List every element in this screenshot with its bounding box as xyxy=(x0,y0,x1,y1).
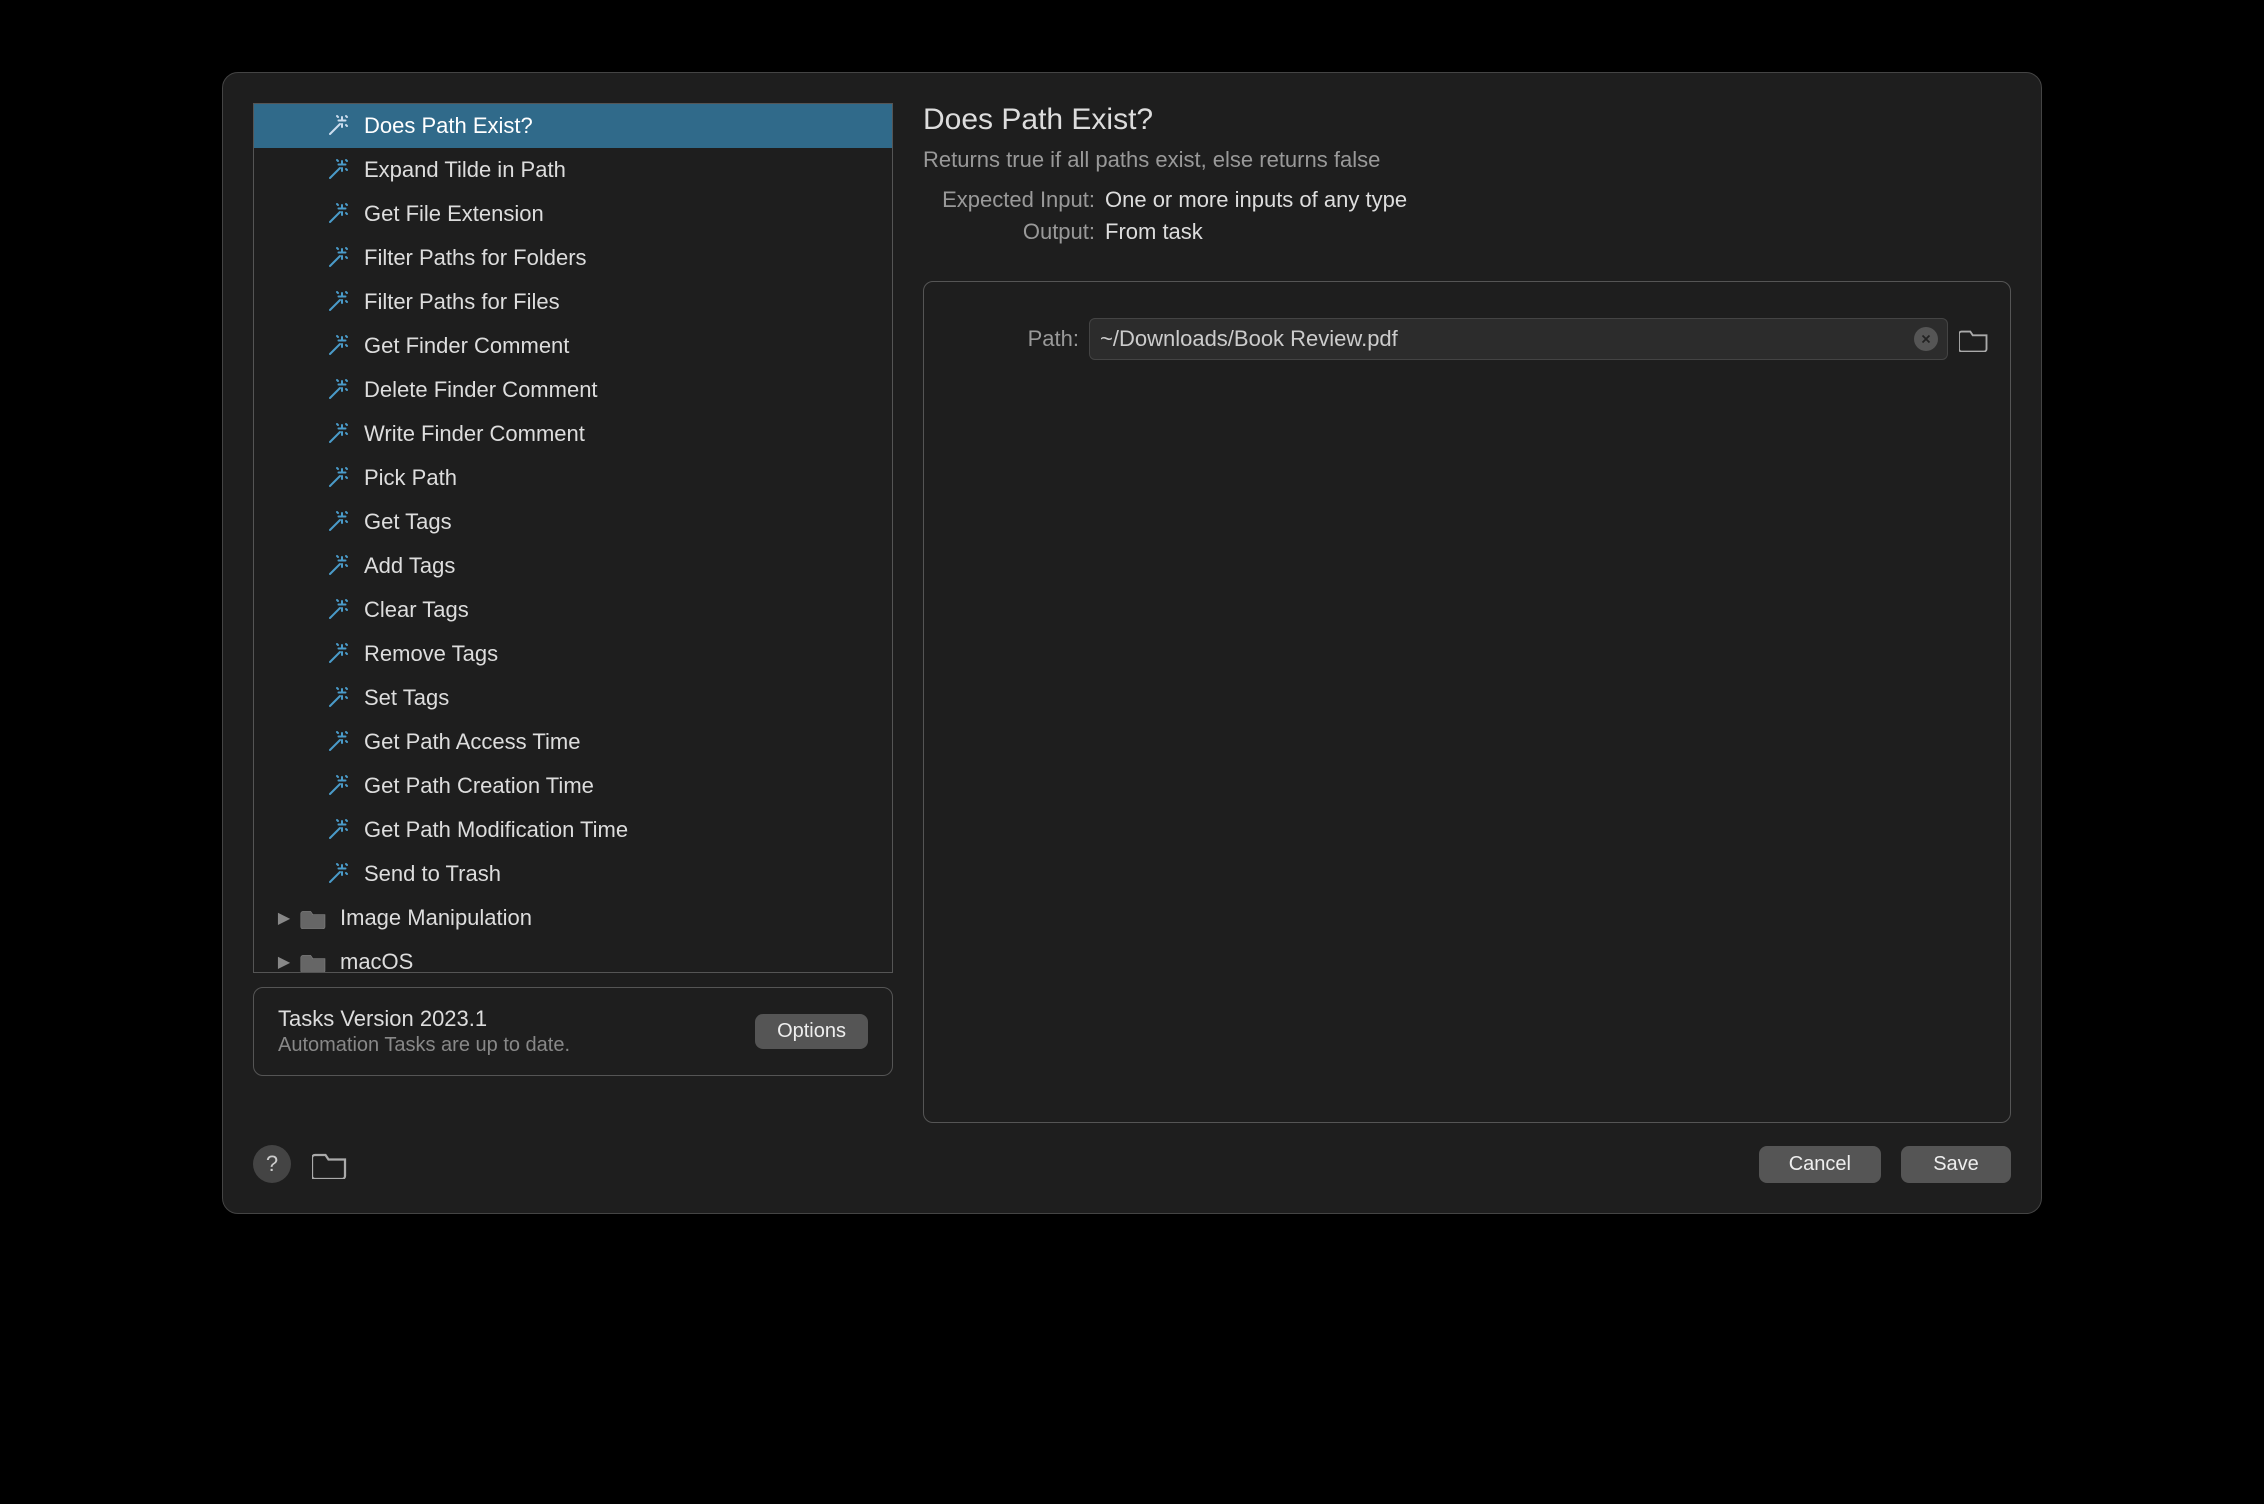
task-label: Get Tags xyxy=(364,509,452,535)
version-info: Tasks Version 2023.1 Automation Tasks ar… xyxy=(253,987,893,1076)
wand-icon xyxy=(324,728,352,756)
detail-title: Does Path Exist? xyxy=(923,103,2011,137)
output-value: From task xyxy=(1105,219,1203,245)
wand-icon xyxy=(324,200,352,228)
task-label: Get Path Creation Time xyxy=(364,773,594,799)
folder-icon[interactable] xyxy=(311,1145,349,1183)
output-label: Output: xyxy=(923,219,1095,245)
clear-input-icon[interactable] xyxy=(1914,327,1938,351)
task-item[interactable]: Pick Path xyxy=(254,456,892,500)
folder-label: Image Manipulation xyxy=(340,905,532,931)
task-label: Add Tags xyxy=(364,553,455,579)
wand-icon xyxy=(324,464,352,492)
config-box: Path: xyxy=(923,281,2011,1123)
wand-icon xyxy=(324,508,352,536)
task-label: Get Finder Comment xyxy=(364,333,569,359)
task-item[interactable]: Get File Extension xyxy=(254,192,892,236)
wand-icon xyxy=(324,244,352,272)
help-icon[interactable]: ? xyxy=(253,1145,291,1183)
task-label: Expand Tilde in Path xyxy=(364,157,566,183)
task-item[interactable]: Get Finder Comment xyxy=(254,324,892,368)
task-label: Delete Finder Comment xyxy=(364,377,598,403)
version-title: Tasks Version 2023.1 xyxy=(278,1006,570,1032)
wand-icon xyxy=(324,640,352,668)
task-item[interactable]: Expand Tilde in Path xyxy=(254,148,892,192)
wand-icon xyxy=(324,156,352,184)
task-label: Does Path Exist? xyxy=(364,113,533,139)
task-item[interactable]: Get Path Creation Time xyxy=(254,764,892,808)
task-item[interactable]: Does Path Exist? xyxy=(254,104,892,148)
wand-icon xyxy=(324,772,352,800)
folder-label: macOS xyxy=(340,949,413,973)
wand-icon xyxy=(324,332,352,360)
folder-item[interactable]: ▶ Image Manipulation xyxy=(254,896,892,940)
path-label: Path: xyxy=(944,326,1079,352)
task-label: Clear Tags xyxy=(364,597,469,623)
save-button[interactable]: Save xyxy=(1901,1146,2011,1183)
detail-panel: Does Path Exist? Returns true if all pat… xyxy=(923,103,2011,1123)
detail-description: Returns true if all paths exist, else re… xyxy=(923,147,2011,173)
task-label: Filter Paths for Folders xyxy=(364,245,587,271)
task-item[interactable]: Get Path Modification Time xyxy=(254,808,892,852)
version-subtitle: Automation Tasks are up to date. xyxy=(278,1034,570,1057)
cancel-button[interactable]: Cancel xyxy=(1759,1146,1881,1183)
task-label: Pick Path xyxy=(364,465,457,491)
folder-icon xyxy=(300,907,328,929)
chevron-right-icon: ▶ xyxy=(274,952,294,972)
task-item[interactable]: Filter Paths for Files xyxy=(254,280,892,324)
task-item[interactable]: Remove Tags xyxy=(254,632,892,676)
task-item[interactable]: Set Tags xyxy=(254,676,892,720)
wand-icon xyxy=(324,112,352,140)
task-list[interactable]: Does Path Exist? Expand Tilde in Path Get … xyxy=(253,103,893,973)
task-item[interactable]: Filter Paths for Folders xyxy=(254,236,892,280)
footer: ? Cancel Save xyxy=(253,1145,2011,1183)
wand-icon xyxy=(324,596,352,624)
wand-icon xyxy=(324,684,352,712)
wand-icon xyxy=(324,816,352,844)
options-button[interactable]: Options xyxy=(755,1014,868,1049)
folder-icon xyxy=(300,951,328,973)
expected-input-label: Expected Input: xyxy=(923,187,1095,213)
task-label: Get File Extension xyxy=(364,201,544,227)
wand-icon xyxy=(324,552,352,580)
wand-icon xyxy=(324,860,352,888)
chevron-right-icon: ▶ xyxy=(274,908,294,928)
task-item[interactable]: Get Path Access Time xyxy=(254,720,892,764)
task-label: Set Tags xyxy=(364,685,449,711)
task-label: Remove Tags xyxy=(364,641,498,667)
task-label: Filter Paths for Files xyxy=(364,289,560,315)
wand-icon xyxy=(324,288,352,316)
task-label: Get Path Access Time xyxy=(364,729,580,755)
task-label: Write Finder Comment xyxy=(364,421,585,447)
wand-icon xyxy=(324,376,352,404)
sidebar: Does Path Exist? Expand Tilde in Path Get … xyxy=(253,103,893,1123)
path-input[interactable] xyxy=(1089,318,1948,360)
wand-icon xyxy=(324,420,352,448)
folder-item[interactable]: ▶ macOS xyxy=(254,940,892,973)
task-item[interactable]: Get Tags xyxy=(254,500,892,544)
expected-input-value: One or more inputs of any type xyxy=(1105,187,1407,213)
task-item[interactable]: Send to Trash xyxy=(254,852,892,896)
task-item[interactable]: Write Finder Comment xyxy=(254,412,892,456)
task-label: Get Path Modification Time xyxy=(364,817,628,843)
task-item[interactable]: Add Tags xyxy=(254,544,892,588)
task-label: Send to Trash xyxy=(364,861,501,887)
task-editor-window: Does Path Exist? Expand Tilde in Path Get … xyxy=(222,72,2042,1214)
main-content: Does Path Exist? Expand Tilde in Path Get … xyxy=(253,103,2011,1123)
task-item[interactable]: Delete Finder Comment xyxy=(254,368,892,412)
browse-folder-icon[interactable] xyxy=(1958,323,1990,355)
task-item[interactable]: Clear Tags xyxy=(254,588,892,632)
